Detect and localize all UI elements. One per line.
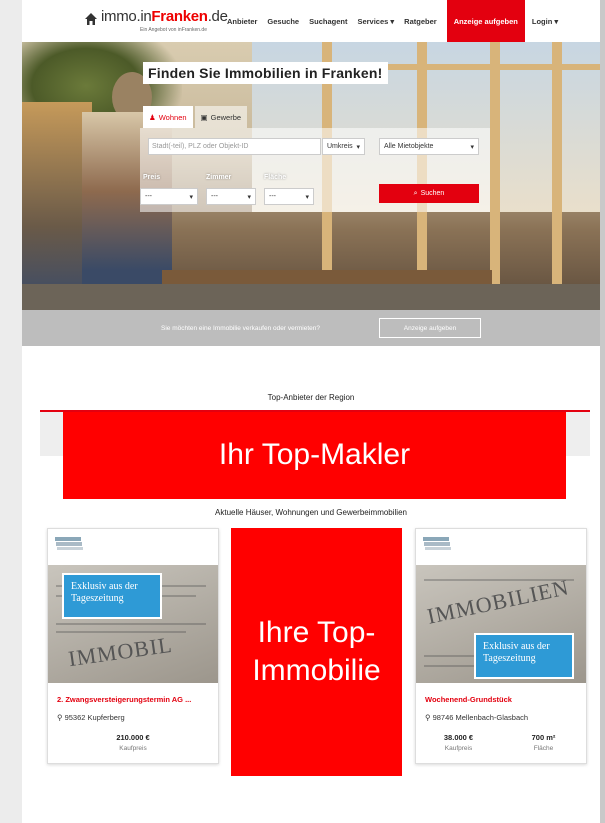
tab-gewerbe[interactable]: ▣ Gewerbe bbox=[194, 106, 248, 128]
listing-card[interactable]: IMMOBILIEN Exklusiv aus der Tageszeitung… bbox=[415, 528, 587, 764]
newspaper-stack-icon bbox=[55, 537, 83, 550]
top-makler-banner[interactable]: Ihr Top-Makler bbox=[63, 412, 566, 499]
price-select[interactable]: --- ▾ bbox=[140, 188, 198, 205]
object-type-select[interactable]: Alle Mietobjekte ▾ bbox=[379, 138, 479, 155]
sell-text: Sie möchten eine Immobilie verkaufen ode… bbox=[161, 324, 320, 332]
sell-bar: Sie möchten eine Immobilie verkaufen ode… bbox=[22, 310, 600, 346]
logo[interactable]: immo.inFranken.de Ein Angebot von inFran… bbox=[84, 8, 228, 33]
logo-main: immo.in bbox=[101, 8, 152, 25]
nav-anbieter[interactable]: Anbieter bbox=[227, 17, 257, 26]
newspaper-stack-icon bbox=[423, 537, 451, 550]
chevron-down-icon: ▾ bbox=[305, 193, 309, 201]
listing-card[interactable]: IMMOBIL Exklusiv aus der Tageszeitung 2.… bbox=[47, 528, 219, 764]
hero-title: Finden Sie Immobilien in Franken! bbox=[143, 62, 388, 84]
exclusive-badge: Exklusiv aus der Tageszeitung bbox=[474, 633, 574, 679]
listing-price-label: Kaufpreis bbox=[119, 745, 147, 752]
nav-anzeige-aufgeben-button[interactable]: Anzeige aufgeben bbox=[446, 0, 525, 42]
listing-price: 210.000 € bbox=[116, 733, 150, 742]
area-select[interactable]: --- ▾ bbox=[264, 188, 314, 205]
nav-services[interactable]: Services ▾ bbox=[357, 17, 394, 26]
chevron-down-icon: ▾ bbox=[356, 143, 360, 151]
scrollbar[interactable] bbox=[600, 0, 605, 823]
price-value: --- bbox=[145, 193, 152, 200]
object-type-value: Alle Mietobjekte bbox=[384, 143, 434, 150]
hero-section: Finden Sie Immobilien in Franken! ♟ Wohne… bbox=[22, 42, 600, 310]
search-button[interactable]: ⌕ Suchen bbox=[379, 184, 479, 203]
search-button-label: Suchen bbox=[420, 190, 445, 197]
nav-ratgeber[interactable]: Ratgeber bbox=[404, 17, 437, 26]
image-word: IMMOBIL bbox=[66, 631, 174, 672]
radius-select[interactable]: Umkreis ▾ bbox=[322, 138, 365, 155]
main-nav: Anbieter Gesuche Suchagent Services ▾ Ra… bbox=[227, 0, 568, 42]
top-provider-title: Top-Anbieter der Region bbox=[267, 393, 355, 402]
rooms-label: Zimmer bbox=[206, 174, 232, 181]
listing-title[interactable]: 2. Zwangsversteigerungstermin AG ... bbox=[57, 695, 191, 704]
tab-gewerbe-label: Gewerbe bbox=[210, 112, 242, 122]
listing-location-text: 98746 Mellenbach-Glasbach bbox=[432, 713, 529, 722]
tab-wohnen[interactable]: ♟ Wohnen bbox=[143, 106, 193, 128]
briefcase-icon: ▣ bbox=[200, 112, 208, 122]
hero-ground bbox=[22, 284, 600, 310]
rooms-value: --- bbox=[211, 193, 218, 200]
top-immobilie-text: Ihre Top-Immobilie bbox=[252, 615, 381, 687]
radius-value: Umkreis bbox=[327, 143, 353, 150]
chevron-down-icon: ▾ bbox=[470, 143, 474, 151]
listing-location-text: 95362 Kupferberg bbox=[64, 713, 125, 722]
house-icon bbox=[85, 13, 97, 25]
exclusive-badge: Exklusiv aus der Tageszeitung bbox=[62, 573, 162, 619]
listing-area-label: Fläche bbox=[533, 745, 554, 752]
nav-suchagent[interactable]: Suchagent bbox=[309, 17, 347, 26]
listings-title: Aktuelle Häuser, Wohnungen und Gewerbeim… bbox=[215, 508, 407, 517]
logo-subtitle: Ein Angebot von inFranken.de bbox=[140, 27, 207, 33]
logo-text: immo.inFranken.de bbox=[101, 8, 228, 26]
nav-gesuche[interactable]: Gesuche bbox=[267, 17, 299, 26]
chevron-down-icon: ▾ bbox=[189, 193, 193, 201]
hero-beam bbox=[552, 42, 562, 287]
area-value: --- bbox=[269, 193, 276, 200]
chevron-down-icon: ▾ bbox=[247, 193, 251, 201]
tab-wohnen-label: Wohnen bbox=[158, 112, 187, 122]
area-label: Fläche bbox=[264, 174, 287, 181]
map-pin-icon: ⚲ bbox=[57, 713, 65, 722]
header: immo.inFranken.de Ein Angebot von inFran… bbox=[22, 0, 600, 42]
listing-image: IMMOBIL Exklusiv aus der Tageszeitung bbox=[48, 565, 218, 683]
image-word: IMMOBILIEN bbox=[424, 574, 572, 629]
listing-area: 700 m² bbox=[531, 733, 556, 742]
listing-title[interactable]: Wochenend-Grundstück bbox=[425, 695, 512, 704]
hero-beam bbox=[490, 42, 500, 287]
sell-anzeige-button[interactable]: Anzeige aufgeben bbox=[379, 318, 481, 338]
map-pin-icon: ⚲ bbox=[425, 713, 433, 722]
listing-location: ⚲ 95362 Kupferberg bbox=[57, 713, 125, 722]
person-icon: ♟ bbox=[149, 112, 156, 122]
listing-price: 38.000 € bbox=[443, 733, 474, 742]
listing-price-label: Kaufpreis bbox=[444, 745, 473, 752]
top-immobilie-banner[interactable]: Ihre Top-Immobilie bbox=[231, 528, 402, 776]
hero-table bbox=[162, 270, 492, 284]
nav-login[interactable]: Login ▾ bbox=[532, 17, 558, 26]
rooms-select[interactable]: --- ▾ bbox=[206, 188, 256, 205]
location-search-input[interactable]: Stadt(-teil), PLZ oder Objekt-ID bbox=[148, 138, 321, 155]
logo-brand: Franken bbox=[151, 8, 208, 25]
search-tabs: ♟ Wohnen ▣ Gewerbe bbox=[143, 106, 249, 128]
search-icon: ⌕ bbox=[413, 189, 418, 197]
listing-image: IMMOBILIEN Exklusiv aus der Tageszeitung bbox=[416, 565, 586, 683]
logo-tld: .de bbox=[207, 8, 228, 25]
page: immo.inFranken.de Ein Angebot von inFran… bbox=[22, 0, 600, 823]
price-label: Preis bbox=[143, 174, 161, 181]
listing-location: ⚲ 98746 Mellenbach-Glasbach bbox=[425, 713, 528, 722]
